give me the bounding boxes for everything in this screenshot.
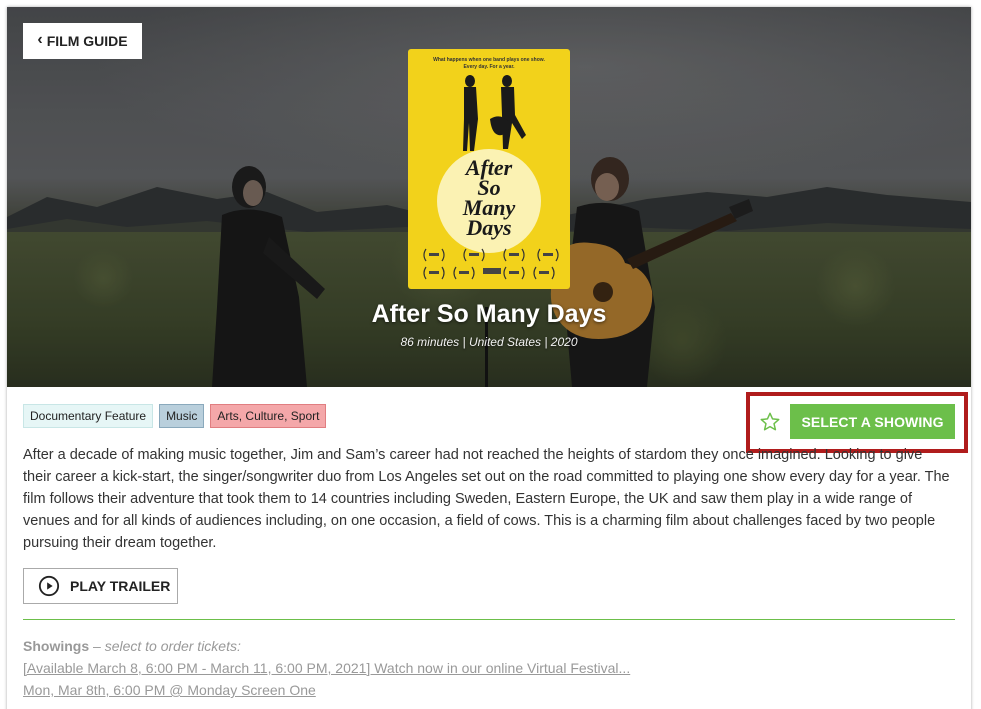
genre-tags: Documentary Feature Music Arts, Culture,… bbox=[23, 404, 327, 428]
poster-tagline-2: Every day. For a year. bbox=[463, 64, 515, 70]
select-a-showing-button[interactable]: SELECT A SHOWING bbox=[790, 404, 955, 439]
play-circle-icon bbox=[38, 575, 60, 597]
showing-link-monday-screen-one[interactable]: Mon, Mar 8th, 6:00 PM @ Monday Screen On… bbox=[23, 682, 316, 698]
section-divider bbox=[23, 619, 955, 620]
film-poster[interactable]: What happens when one band plays one sho… bbox=[408, 49, 570, 289]
play-trailer-button[interactable]: PLAY TRAILER bbox=[23, 568, 178, 604]
poster-tagline-1: What happens when one band plays one sho… bbox=[433, 57, 545, 63]
back-button-label: FILM GUIDE bbox=[46, 33, 128, 49]
poster-title-4: Days bbox=[465, 215, 511, 240]
chevron-left-icon: ‹ bbox=[37, 31, 43, 48]
showings-heading: Showings – select to order tickets: bbox=[23, 638, 241, 654]
star-outline-icon[interactable] bbox=[759, 411, 781, 433]
film-title: After So Many Days bbox=[371, 300, 607, 328]
tag-arts-culture-sport[interactable]: Arts, Culture, Sport bbox=[210, 404, 327, 428]
tag-music[interactable]: Music bbox=[159, 404, 205, 428]
hero-banner: ‹ FILM GUIDE What happens when one band … bbox=[7, 7, 971, 387]
showing-link-virtual-festival[interactable]: [Available March 8, 6:00 PM - March 11, … bbox=[23, 660, 630, 676]
film-detail-card: ‹ FILM GUIDE What happens when one band … bbox=[7, 7, 971, 709]
play-trailer-label: PLAY TRAILER bbox=[70, 578, 171, 594]
showings-subtitle: select to order tickets: bbox=[104, 638, 241, 654]
back-to-film-guide-button[interactable]: ‹ FILM GUIDE bbox=[23, 23, 142, 59]
film-description: After a decade of making music together,… bbox=[23, 447, 950, 551]
tag-documentary-feature[interactable]: Documentary Feature bbox=[23, 404, 154, 428]
film-meta: 86 minutes | United States | 2020 bbox=[400, 335, 578, 349]
showings-title: Showings bbox=[23, 638, 90, 654]
